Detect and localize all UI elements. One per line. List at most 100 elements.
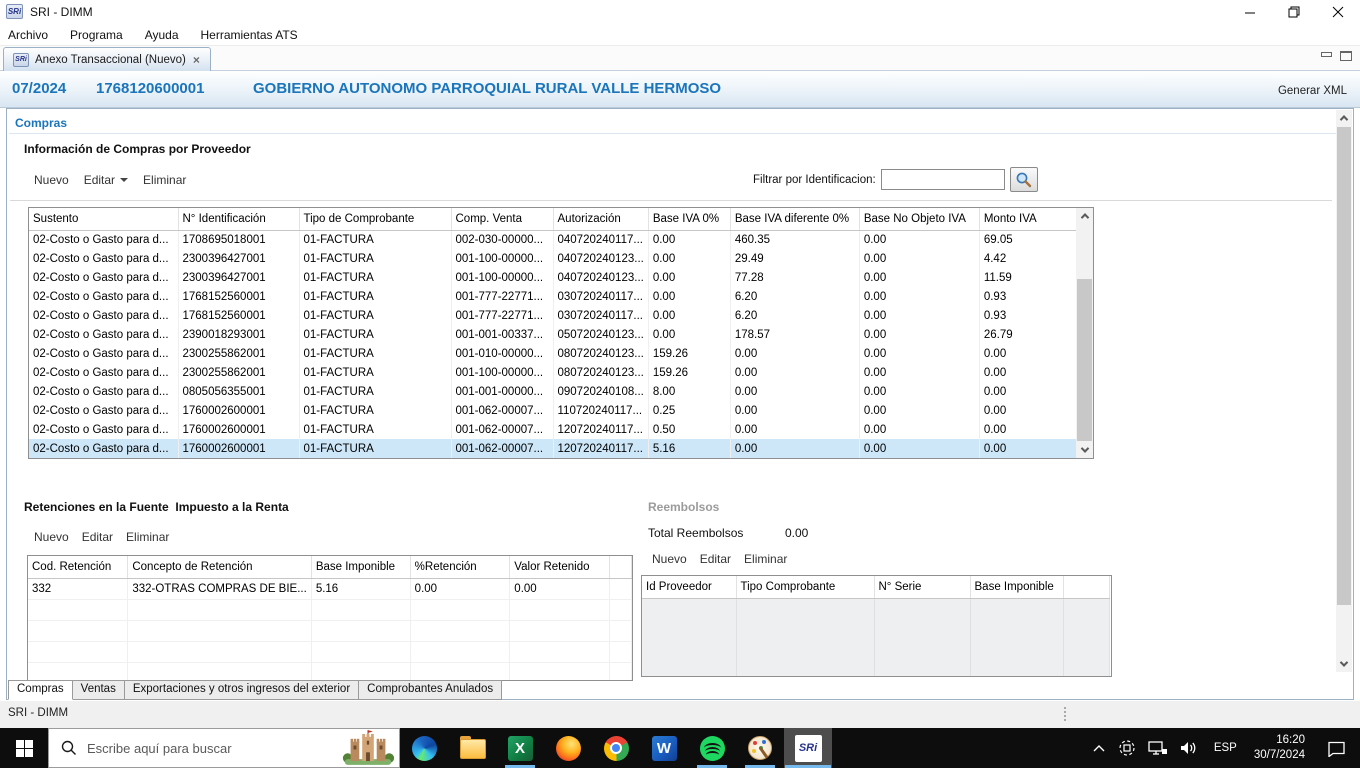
- tab-compras[interactable]: Compras: [8, 680, 73, 700]
- menu-programa[interactable]: Programa: [70, 26, 133, 44]
- tray-clock[interactable]: 16:20 30/7/2024: [1246, 728, 1313, 768]
- taskbar-firefox[interactable]: [544, 728, 592, 768]
- reembolsos-nuevo-button[interactable]: Nuevo: [652, 552, 687, 566]
- table-row[interactable]: 02-Costo o Gasto para d...23003964270010…: [29, 249, 1080, 268]
- retenciones-editar-button[interactable]: Editar: [82, 530, 113, 544]
- table-row[interactable]: 02-Costo o Gasto para d...08050563550010…: [29, 382, 1080, 401]
- taskbar-edge[interactable]: [400, 728, 448, 768]
- start-button[interactable]: [0, 728, 48, 768]
- restore-button[interactable]: [1272, 0, 1316, 24]
- tab-anexo-transaccional[interactable]: SRi Anexo Transaccional (Nuevo) ×: [3, 47, 211, 71]
- chevron-down-icon[interactable]: [120, 178, 128, 182]
- tray-network-icon[interactable]: [1142, 728, 1174, 768]
- menu-archivo[interactable]: Archivo: [8, 26, 58, 44]
- compras-editar-button[interactable]: Editar: [84, 173, 128, 187]
- compras-nuevo-button[interactable]: Nuevo: [34, 173, 69, 187]
- column-header[interactable]: Comp. Venta: [451, 208, 553, 230]
- section-label-compras: Compras: [15, 116, 67, 130]
- tray-language[interactable]: ESP: [1205, 728, 1246, 768]
- empty-row: [28, 620, 632, 641]
- tray-notification-icon[interactable]: [1313, 728, 1360, 768]
- taskbar-excel[interactable]: X: [496, 728, 544, 768]
- column-header[interactable]: Base Imponible: [970, 576, 1063, 598]
- column-header[interactable]: Tipo Comprobante: [736, 576, 874, 598]
- column-header[interactable]: Tipo de Comprobante: [299, 208, 451, 230]
- tab-exportaciones[interactable]: Exportaciones y otros ingresos del exter…: [125, 680, 359, 700]
- scrollbar-thumb[interactable]: [1337, 127, 1351, 605]
- taskbar-word[interactable]: W: [640, 728, 688, 768]
- tab-comprobantes-anulados[interactable]: Comprobantes Anulados: [359, 680, 502, 700]
- compras-eliminar-button[interactable]: Eliminar: [143, 173, 186, 187]
- table-row[interactable]: 02-Costo o Gasto para d...23002558620010…: [29, 344, 1080, 363]
- tab-ventas[interactable]: Ventas: [73, 680, 125, 700]
- column-header[interactable]: Base No Objeto IVA: [859, 208, 979, 230]
- table-row[interactable]: 02-Costo o Gasto para d...17086950180010…: [29, 230, 1080, 249]
- column-header[interactable]: Valor Retenido: [510, 556, 610, 578]
- empty-row: [642, 598, 1109, 676]
- main-scrollbar[interactable]: [1336, 110, 1352, 672]
- scroll-up-icon[interactable]: [1340, 115, 1348, 123]
- taskbar-chrome[interactable]: [592, 728, 640, 768]
- column-header[interactable]: [610, 556, 632, 578]
- column-header[interactable]: Cod. Retención: [28, 556, 128, 578]
- menu-ayuda[interactable]: Ayuda: [145, 26, 189, 44]
- filter-search-button[interactable]: [1010, 167, 1038, 192]
- filter-identification-input[interactable]: [881, 169, 1005, 190]
- taskbar-file-explorer[interactable]: [448, 728, 496, 768]
- tab-close-icon[interactable]: ×: [192, 53, 201, 67]
- tray-chevron-up-icon[interactable]: [1086, 728, 1112, 768]
- table-row[interactable]: 02-Costo o Gasto para d...23002558620010…: [29, 363, 1080, 382]
- taskbar-spotify[interactable]: [688, 728, 736, 768]
- generar-xml-button[interactable]: Generar XML: [1278, 85, 1347, 97]
- scroll-down-icon[interactable]: [1340, 658, 1348, 666]
- minimize-button[interactable]: [1228, 0, 1272, 24]
- empty-row: [28, 641, 632, 662]
- menu-herramientas-ats[interactable]: Herramientas ATS: [201, 26, 308, 44]
- table-row[interactable]: 02-Costo o Gasto para d...17600026000010…: [29, 401, 1080, 420]
- minimize-pane-icon[interactable]: [1320, 51, 1332, 61]
- reembolsos-title: Reembolsos: [648, 500, 719, 514]
- column-header[interactable]: [1063, 576, 1109, 598]
- column-header[interactable]: %Retención: [410, 556, 510, 578]
- retenciones-eliminar-button[interactable]: Eliminar: [126, 530, 169, 544]
- column-header[interactable]: Base IVA 0%: [648, 208, 730, 230]
- scroll-down-icon[interactable]: [1080, 444, 1088, 452]
- table-row[interactable]: 02-Costo o Gasto para d...17681525600010…: [29, 287, 1080, 306]
- close-button[interactable]: [1316, 0, 1360, 24]
- taskbar-paint[interactable]: [736, 728, 784, 768]
- empty-row: [28, 662, 632, 681]
- retenciones-nuevo-button[interactable]: Nuevo: [34, 530, 69, 544]
- table-row[interactable]: 02-Costo o Gasto para d...17681525600010…: [29, 306, 1080, 325]
- column-header[interactable]: Concepto de Retención: [128, 556, 311, 578]
- taskbar-sri-dimm[interactable]: SRi: [784, 728, 832, 768]
- tray-volume-icon[interactable]: [1174, 728, 1205, 768]
- scrollbar-thumb[interactable]: [1077, 279, 1092, 441]
- maximize-pane-icon[interactable]: [1340, 51, 1352, 61]
- column-header[interactable]: N° Identificación: [178, 208, 299, 230]
- reembolsos-eliminar-button[interactable]: Eliminar: [744, 552, 787, 566]
- column-header[interactable]: Base Imponible: [311, 556, 410, 578]
- compras-table[interactable]: SustentoN° IdentificaciónTipo de Comprob…: [29, 208, 1081, 458]
- table-row[interactable]: 02-Costo o Gasto para d...17600026000010…: [29, 420, 1080, 439]
- column-header[interactable]: Autorización: [553, 208, 648, 230]
- taskbar-search-input[interactable]: Escribe aquí para buscar: [48, 728, 400, 768]
- table-row[interactable]: 02-Costo o Gasto para d...23003964270010…: [29, 268, 1080, 287]
- table-row[interactable]: 332332-OTRAS COMPRAS DE BIE...5.160.000.…: [28, 578, 632, 599]
- table-row[interactable]: 02-Costo o Gasto para d...23900182930010…: [29, 325, 1080, 344]
- reembolsos-table[interactable]: Id ProveedorTipo ComprobanteN° SerieBase…: [642, 576, 1110, 676]
- system-tray: ESP 16:20 30/7/2024: [1086, 728, 1360, 768]
- retenciones-table[interactable]: Cod. RetenciónConcepto de RetenciónBase …: [28, 556, 632, 681]
- reembolsos-table-frame: Id ProveedorTipo ComprobanteN° SerieBase…: [641, 575, 1112, 677]
- column-header[interactable]: Base IVA diferente 0%: [730, 208, 859, 230]
- column-header[interactable]: N° Serie: [874, 576, 970, 598]
- column-header[interactable]: Monto IVA: [979, 208, 1080, 230]
- scroll-up-icon[interactable]: [1080, 213, 1088, 221]
- compras-table-scrollbar[interactable]: [1076, 208, 1093, 458]
- castle-illustration[interactable]: [339, 729, 397, 766]
- statusbar-grip[interactable]: [1064, 707, 1066, 709]
- reembolsos-editar-button[interactable]: Editar: [700, 552, 731, 566]
- column-header[interactable]: Sustento: [29, 208, 178, 230]
- column-header[interactable]: Id Proveedor: [642, 576, 736, 598]
- tray-capture-icon[interactable]: [1112, 728, 1142, 768]
- table-row[interactable]: 02-Costo o Gasto para d...17600026000010…: [29, 439, 1080, 458]
